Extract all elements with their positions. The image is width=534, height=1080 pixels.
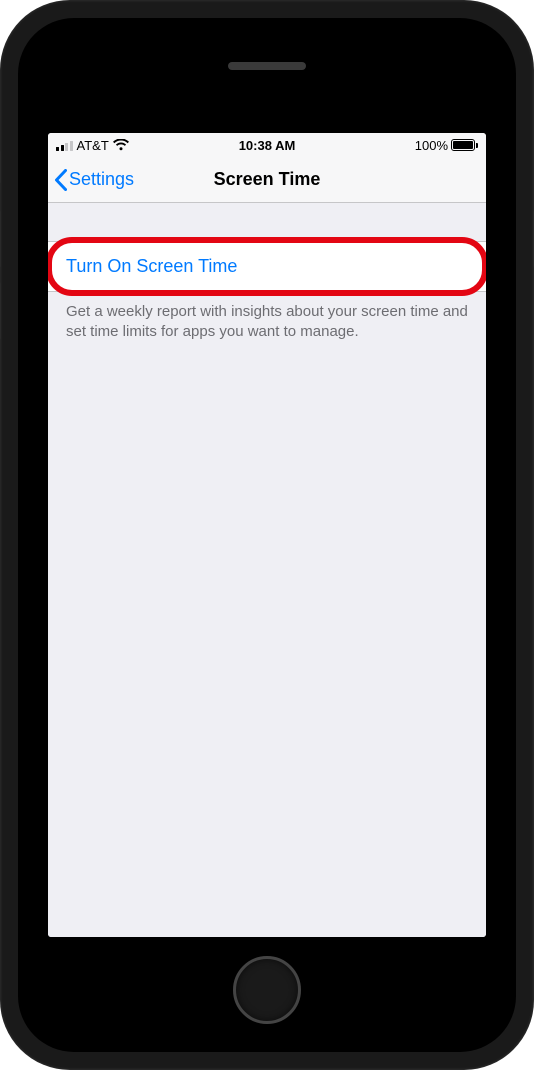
battery-icon bbox=[451, 139, 478, 151]
navigation-bar: Settings Screen Time bbox=[48, 157, 486, 203]
battery-percent: 100% bbox=[415, 138, 448, 153]
chevron-left-icon bbox=[54, 169, 67, 191]
settings-group: Turn On Screen Time bbox=[48, 241, 486, 292]
carrier-label: AT&T bbox=[77, 138, 109, 153]
status-time: 10:38 AM bbox=[239, 138, 296, 153]
speaker-grille bbox=[228, 62, 306, 70]
cellular-signal-icon bbox=[56, 140, 73, 151]
phone-bezel: AT&T 10:38 AM 100% bbox=[18, 18, 516, 1052]
back-button[interactable]: Settings bbox=[54, 169, 134, 191]
home-button[interactable] bbox=[233, 956, 301, 1024]
back-label: Settings bbox=[69, 169, 134, 190]
mute-switch bbox=[0, 150, 1, 184]
description-text: Get a weekly report with insights about … bbox=[48, 292, 486, 353]
content-area: Turn On Screen Time Get a weekly report … bbox=[48, 203, 486, 937]
turn-on-label: Turn On Screen Time bbox=[66, 256, 237, 276]
screen: AT&T 10:38 AM 100% bbox=[48, 133, 486, 937]
turn-on-screen-time-button[interactable]: Turn On Screen Time bbox=[48, 241, 486, 292]
volume-up-button bbox=[0, 210, 1, 268]
status-bar: AT&T 10:38 AM 100% bbox=[48, 133, 486, 157]
phone-frame: AT&T 10:38 AM 100% bbox=[0, 0, 534, 1070]
page-title: Screen Time bbox=[214, 169, 321, 190]
volume-down-button bbox=[0, 282, 1, 340]
wifi-icon bbox=[113, 139, 129, 151]
